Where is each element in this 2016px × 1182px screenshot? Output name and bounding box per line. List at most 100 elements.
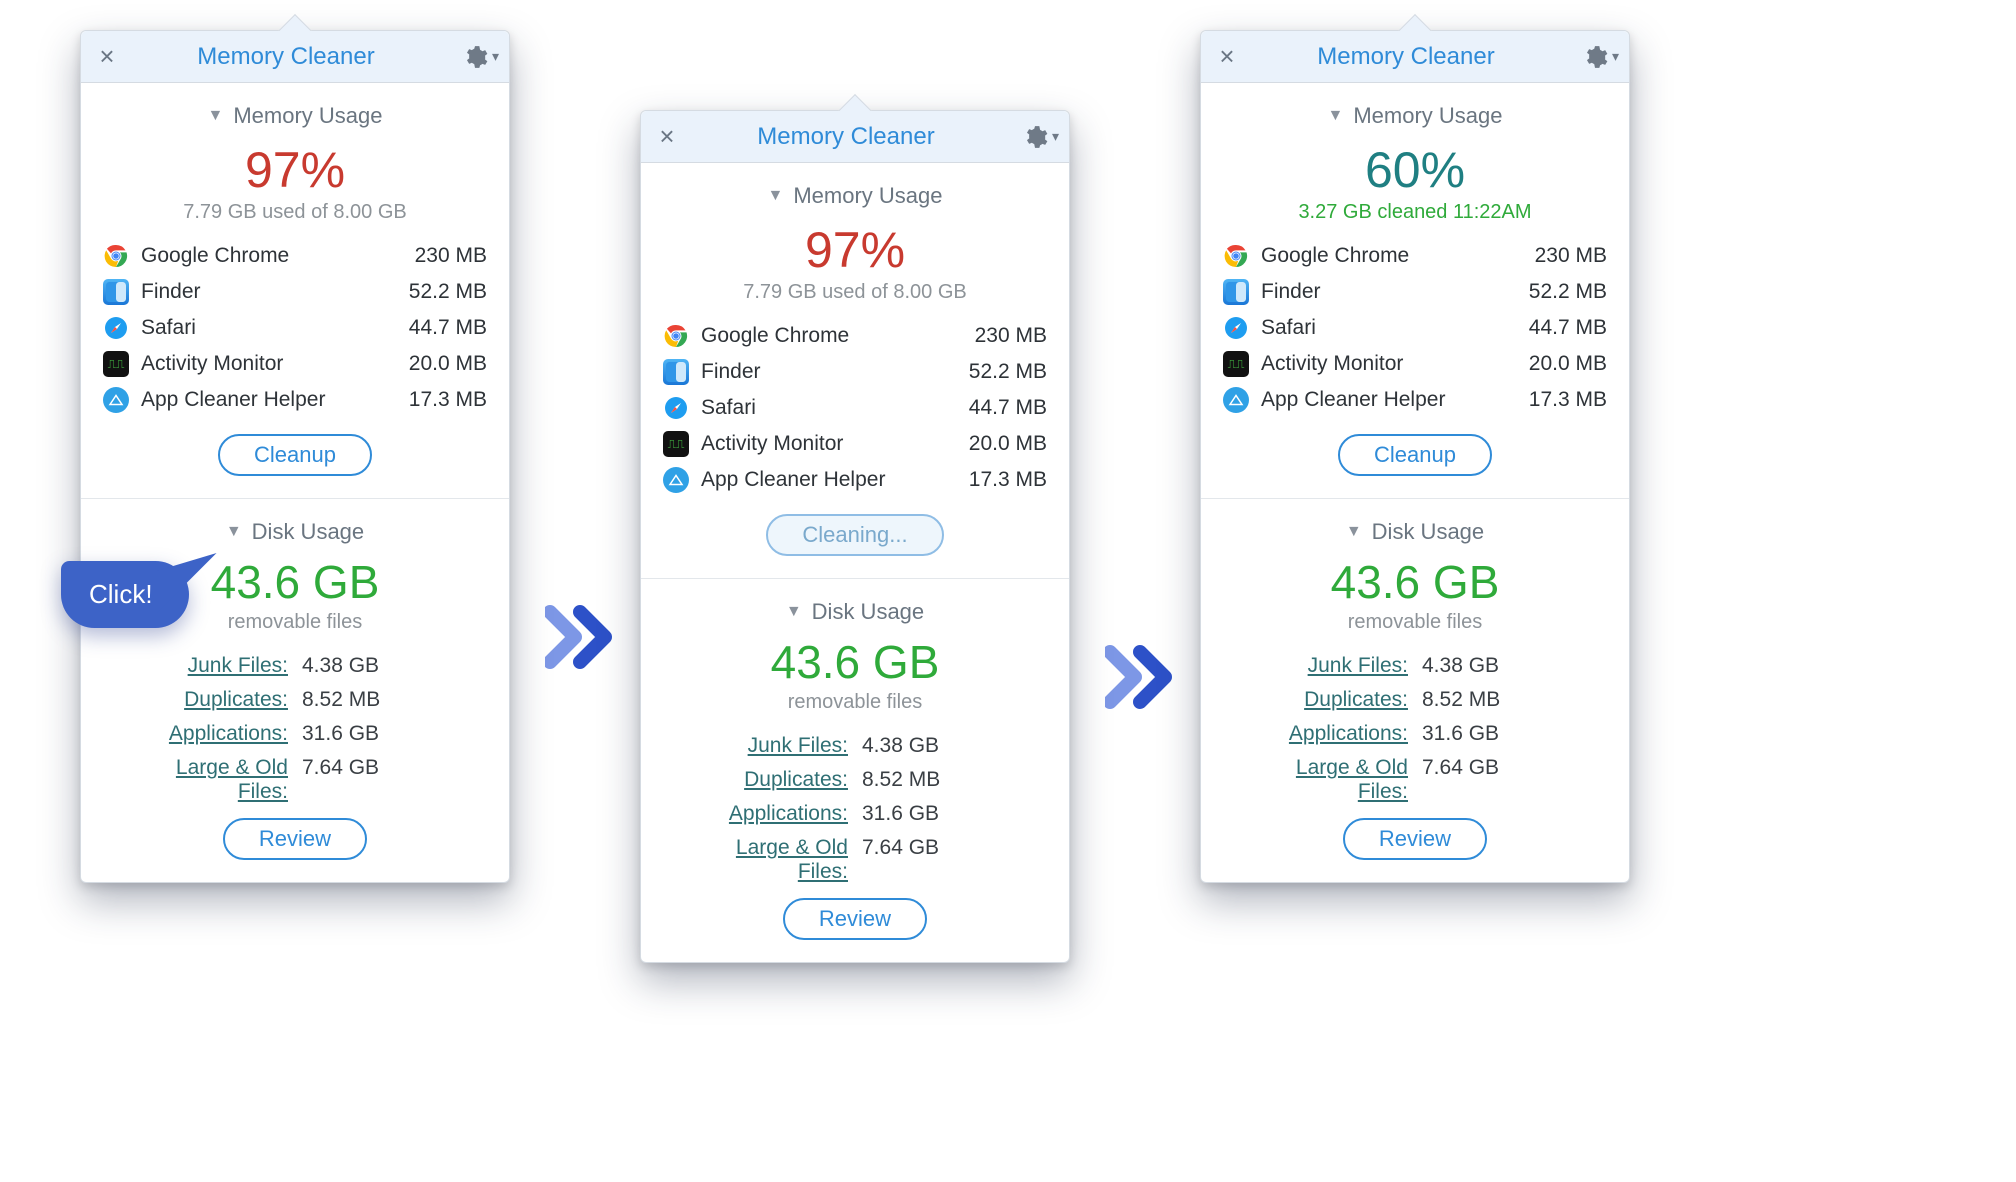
step-arrow-icon [1090, 642, 1200, 712]
close-icon[interactable]: × [91, 41, 123, 72]
gear-icon [1582, 44, 1608, 70]
large-old-size: 7.64 GB [1422, 756, 1589, 780]
disk-section-label: Disk Usage [812, 599, 924, 625]
cleanup-button[interactable]: Cleanup [218, 434, 372, 476]
app-row[interactable]: ⎍⎍ Activity Monitor 20.0 MB [103, 346, 487, 382]
large-old-link[interactable]: Large & Old Files: [1241, 756, 1408, 804]
panel-after: × Memory Cleaner ▾ ▼Memory Usage 60% 3.2… [1200, 30, 1630, 883]
app-size: 44.7 MB [969, 396, 1047, 420]
memory-section-label: Memory Usage [1353, 103, 1502, 129]
app-name: App Cleaner Helper [141, 388, 397, 412]
file-categories: Junk Files:4.38 GB Duplicates:8.52 MB Ap… [81, 648, 509, 808]
app-row[interactable]: Safari 44.7 MB [663, 390, 1047, 426]
memory-section-toggle[interactable]: ▼ Memory Usage [81, 83, 509, 135]
app-row[interactable]: Safari 44.7 MB [103, 310, 487, 346]
disk-removable-size: 43.6 GB [641, 635, 1069, 689]
applications-link[interactable]: Applications: [681, 802, 848, 826]
app-cleaner-icon [663, 467, 689, 493]
junk-files-link[interactable]: Junk Files: [1241, 654, 1408, 678]
settings-menu[interactable]: ▾ [1569, 44, 1619, 70]
app-name: Finder [141, 280, 397, 304]
disk-removable-size: 43.6 GB [1201, 555, 1629, 609]
app-row[interactable]: Finder 52.2 MB [663, 354, 1047, 390]
app-size: 20.0 MB [969, 432, 1047, 456]
close-icon[interactable]: × [651, 121, 683, 152]
app-size: 17.3 MB [409, 388, 487, 412]
app-row[interactable]: Finder 52.2 MB [1223, 274, 1607, 310]
disk-section-toggle[interactable]: ▼Disk Usage [1201, 499, 1629, 551]
app-row[interactable]: App Cleaner Helper17.3 MB [663, 462, 1047, 498]
disk-section-toggle[interactable]: ▼ Disk Usage [81, 499, 509, 551]
file-categories: Junk Files:4.38 GB Duplicates:8.52 MB Ap… [1201, 648, 1629, 808]
app-size: 52.2 MB [969, 360, 1047, 384]
settings-menu[interactable]: ▾ [449, 44, 499, 70]
app-name: Safari [141, 316, 397, 340]
app-size: 20.0 MB [1529, 352, 1607, 376]
panel-before: × Memory Cleaner ▾ ▼ Memory Usage 97% 7.… [80, 30, 510, 883]
memory-section-toggle[interactable]: ▼ Memory Usage [641, 163, 1069, 215]
app-row[interactable]: Safari 44.7 MB [1223, 310, 1607, 346]
app-size: 52.2 MB [1529, 280, 1607, 304]
header: × Memory Cleaner ▾ [641, 111, 1069, 163]
app-row[interactable]: Google Chrome230 MB [1223, 238, 1607, 274]
triangle-down-icon: ▼ [786, 603, 802, 621]
duplicates-size: 8.52 MB [862, 768, 1029, 792]
large-old-link[interactable]: Large & Old Files: [681, 836, 848, 884]
app-row[interactable]: Google Chrome230 MB [663, 318, 1047, 354]
junk-files-link[interactable]: Junk Files: [121, 654, 288, 678]
app-row[interactable]: ⎍⎍Activity Monitor20.0 MB [1223, 346, 1607, 382]
finder-icon [663, 359, 689, 385]
app-row[interactable]: Finder 52.2 MB [103, 274, 487, 310]
app-row[interactable]: Google Chrome 230 MB [103, 238, 487, 274]
app-name: Finder [701, 360, 957, 384]
memory-section-toggle[interactable]: ▼Memory Usage [1201, 83, 1629, 135]
large-old-link[interactable]: Large & Old Files: [121, 756, 288, 804]
duplicates-link[interactable]: Duplicates: [121, 688, 288, 712]
junk-files-size: 4.38 GB [302, 654, 469, 678]
app-list: Google Chrome230 MB Finder 52.2 MB Safari… [1201, 238, 1629, 424]
app-name: Activity Monitor [1261, 352, 1517, 376]
applications-size: 31.6 GB [862, 802, 1029, 826]
click-callout: Click! [61, 561, 189, 628]
review-button[interactable]: Review [1343, 818, 1487, 860]
junk-files-size: 4.38 GB [862, 734, 1029, 758]
applications-link[interactable]: Applications: [121, 722, 288, 746]
file-categories: Junk Files: 4.38 GB Duplicates: 8.52 MB Ap… [641, 728, 1069, 888]
settings-menu[interactable]: ▾ [1009, 124, 1059, 150]
app-row[interactable]: App Cleaner Helper17.3 MB [1223, 382, 1607, 418]
app-row[interactable]: App Cleaner Helper 17.3 MB [103, 382, 487, 418]
cleanup-button[interactable]: Cleanup [1338, 434, 1492, 476]
close-icon[interactable]: × [1211, 41, 1243, 72]
safari-icon [103, 315, 129, 341]
large-old-size: 7.64 GB [862, 836, 1029, 860]
finder-icon [103, 279, 129, 305]
duplicates-link[interactable]: Duplicates: [681, 768, 848, 792]
disk-section-toggle[interactable]: ▼ Disk Usage [641, 579, 1069, 631]
review-button[interactable]: Review [223, 818, 367, 860]
applications-size: 31.6 GB [1422, 722, 1589, 746]
app-title: Memory Cleaner [123, 43, 449, 71]
app-size: 44.7 MB [409, 316, 487, 340]
applications-link[interactable]: Applications: [1241, 722, 1408, 746]
app-title: Memory Cleaner [1243, 43, 1569, 71]
review-button[interactable]: Review [783, 898, 927, 940]
finder-icon [1223, 279, 1249, 305]
app-name: Safari [701, 396, 957, 420]
removable-label: removable files [1201, 611, 1629, 634]
app-size: 44.7 MB [1529, 316, 1607, 340]
duplicates-link[interactable]: Duplicates: [1241, 688, 1408, 712]
app-row[interactable]: ⎍⎍Activity Monitor20.0 MB [663, 426, 1047, 462]
large-old-size: 7.64 GB [302, 756, 469, 780]
cleaning-button: Cleaning... [766, 514, 943, 556]
memory-subtext: 7.79 GB used of 8.00 GB [641, 281, 1069, 304]
app-list: Google Chrome230 MB Finder 52.2 MB Safari… [641, 318, 1069, 504]
app-name: Finder [1261, 280, 1517, 304]
triangle-down-icon: ▼ [1346, 523, 1362, 541]
memory-percent: 60% [1201, 141, 1629, 199]
junk-files-link[interactable]: Junk Files: [681, 734, 848, 758]
chrome-icon [1223, 243, 1249, 269]
app-name: Safari [1261, 316, 1517, 340]
disk-section-label: Disk Usage [252, 519, 364, 545]
header: × Memory Cleaner ▾ [81, 31, 509, 83]
triangle-down-icon: ▼ [768, 187, 784, 205]
